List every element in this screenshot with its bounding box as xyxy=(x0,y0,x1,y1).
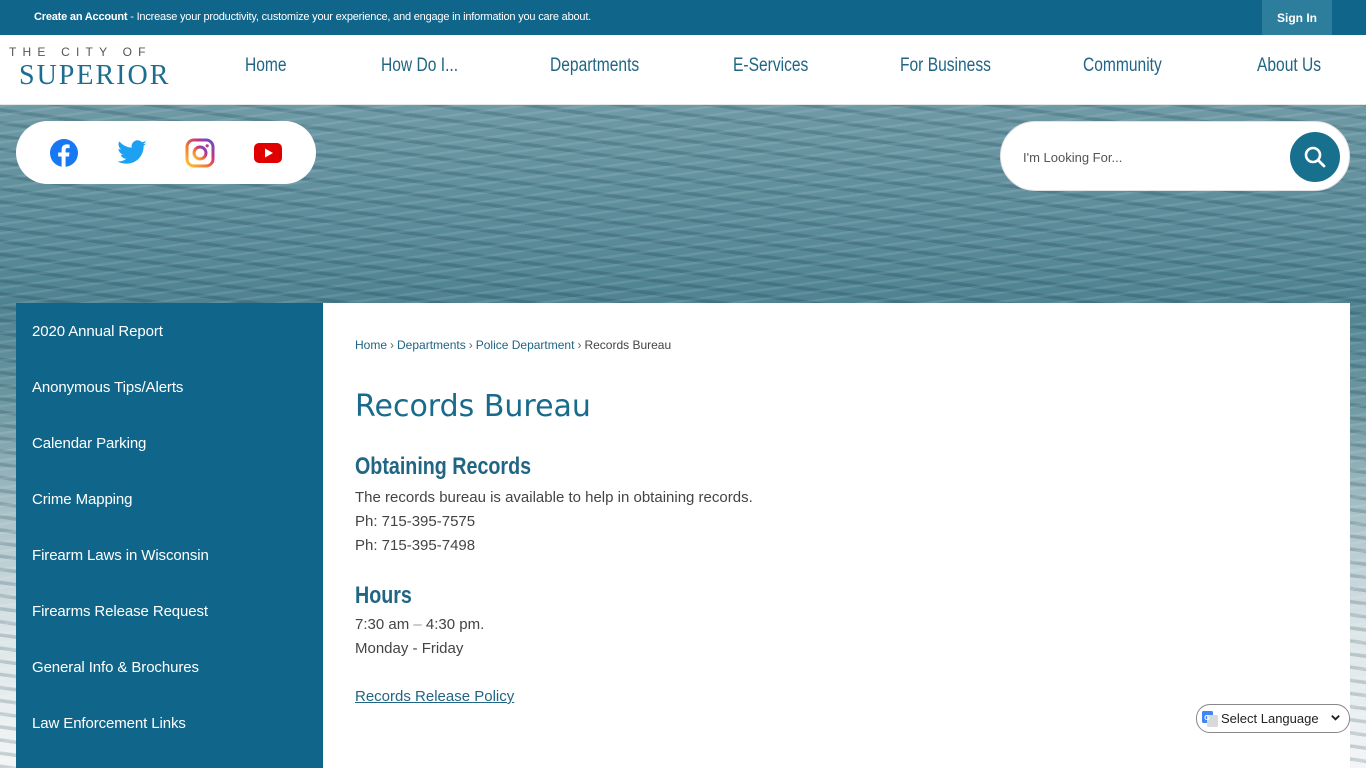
section-heading-hours: Hours xyxy=(355,582,412,609)
instagram-icon[interactable] xyxy=(184,137,216,169)
nav-community[interactable]: Community xyxy=(1083,55,1162,77)
city-logo[interactable]: THE CITY OF SUPERIOR xyxy=(9,45,179,95)
nav-departments[interactable]: Departments xyxy=(550,55,639,77)
nav-e-services[interactable]: E-Services xyxy=(733,55,808,77)
hours-time: 7:30 am – 4:30 pm. xyxy=(355,616,484,633)
language-select-label: Select Language xyxy=(1221,711,1319,726)
phone-number: Ph: 715-395-7575 xyxy=(355,513,476,530)
search-icon xyxy=(1304,146,1326,168)
phone-number: Ph: 715-395-7498 xyxy=(355,537,476,554)
hours-start: 7:30 am xyxy=(355,616,414,633)
create-account-promo[interactable]: Create an Account - Increase your produc… xyxy=(34,11,591,23)
twitter-icon[interactable] xyxy=(116,137,148,169)
page-title: Records Bureau xyxy=(355,389,591,424)
sign-in-button[interactable]: Sign In xyxy=(1262,0,1332,35)
breadcrumb-police-department[interactable]: Police Department xyxy=(476,338,575,352)
facebook-icon[interactable] xyxy=(48,137,80,169)
breadcrumb-separator: › xyxy=(468,338,473,352)
site-header: THE CITY OF SUPERIOR Home How Do I... De… xyxy=(0,35,1366,105)
youtube-icon[interactable] xyxy=(252,137,284,169)
social-links xyxy=(16,121,316,184)
main-content: Home › Departments › Police Department › Recor… xyxy=(323,303,1350,768)
nav-home[interactable]: Home xyxy=(245,55,287,77)
logo-line1: THE CITY OF xyxy=(9,45,152,59)
records-description: The records bureau is available to help … xyxy=(355,489,753,506)
section-heading-obtaining-records: Obtaining Records xyxy=(355,453,532,480)
hours-days: Monday - Friday xyxy=(355,640,464,657)
chevron-down-icon xyxy=(1331,715,1340,721)
breadcrumb-current: Records Bureau xyxy=(584,338,672,352)
language-select[interactable]: G Select Language xyxy=(1196,704,1350,733)
breadcrumb-separator: › xyxy=(390,338,395,352)
breadcrumb-home[interactable]: Home xyxy=(355,338,387,352)
sidebar-item-anonymous-tips[interactable]: Anonymous Tips/Alerts xyxy=(32,379,183,396)
top-bar: Create an Account - Increase your produc… xyxy=(0,0,1366,35)
nav-about-us[interactable]: About Us xyxy=(1257,55,1321,77)
promo-text: - Increase your productivity, customize … xyxy=(127,11,592,23)
sidebar-item-law-enforcement-links[interactable]: Law Enforcement Links xyxy=(32,715,186,732)
sidebar-item-general-info[interactable]: General Info & Brochures xyxy=(32,659,199,676)
sidebar-nav: 2020 Annual Report Anonymous Tips/Alerts… xyxy=(16,303,323,768)
logo-line2: SUPERIOR xyxy=(19,60,171,91)
svg-text:G: G xyxy=(1204,715,1210,722)
sidebar-item-firearms-release[interactable]: Firearms Release Request xyxy=(32,603,208,620)
records-release-policy-link[interactable]: Records Release Policy xyxy=(355,688,514,705)
create-account-link[interactable]: Create an Account xyxy=(34,11,128,23)
breadcrumb: Home › Departments › Police Department › Recor… xyxy=(355,338,671,352)
hours-end: 4:30 pm. xyxy=(421,616,485,633)
sidebar-item-annual-report[interactable]: 2020 Annual Report xyxy=(32,323,163,340)
sidebar-item-firearm-laws[interactable]: Firearm Laws in Wisconsin xyxy=(32,547,209,564)
breadcrumb-separator: › xyxy=(577,338,582,352)
sidebar-item-calendar-parking[interactable]: Calendar Parking xyxy=(32,435,146,452)
search-button[interactable] xyxy=(1290,132,1340,182)
nav-how-do-i[interactable]: How Do I... xyxy=(381,55,458,77)
site-search xyxy=(1000,121,1350,191)
search-input[interactable] xyxy=(1023,144,1273,170)
sidebar-item-crime-mapping[interactable]: Crime Mapping xyxy=(32,491,133,508)
hours-dash: – xyxy=(413,616,422,633)
breadcrumb-departments[interactable]: Departments xyxy=(397,338,466,352)
nav-for-business[interactable]: For Business xyxy=(900,55,991,77)
google-translate-icon: G xyxy=(1202,710,1218,727)
